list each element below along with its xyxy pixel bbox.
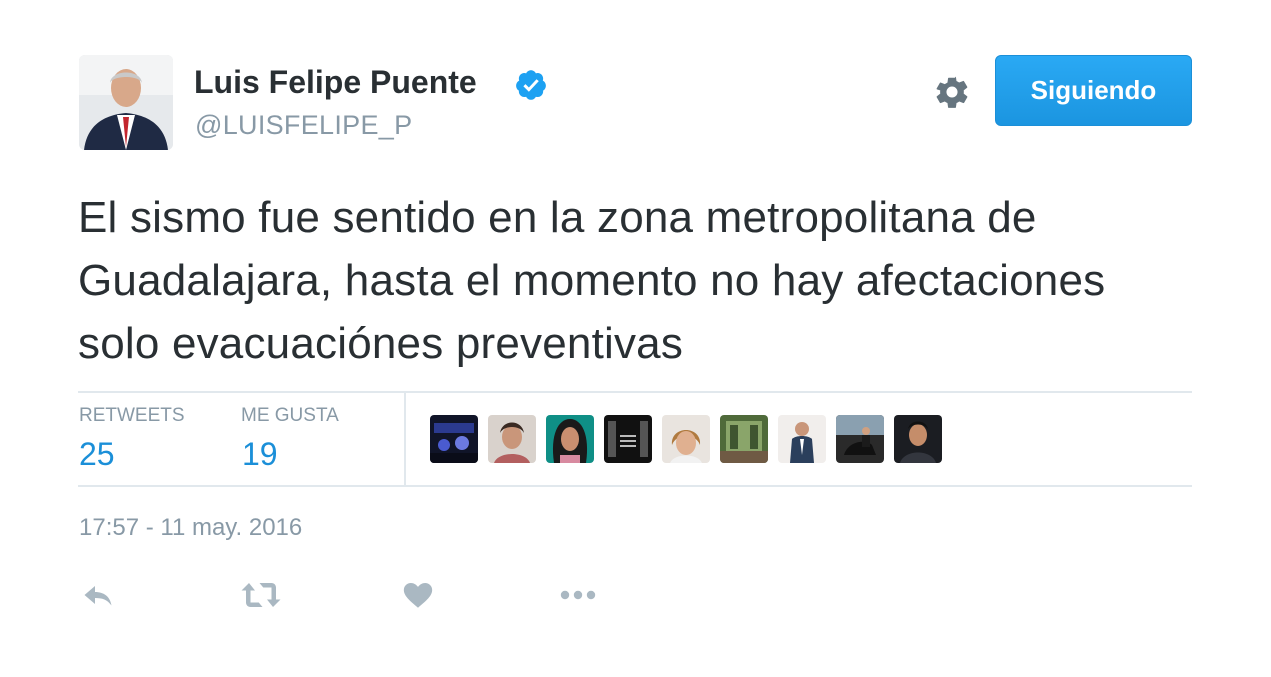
liker-avatar-6[interactable] [720, 415, 768, 463]
stats-bottom-divider [78, 485, 1192, 487]
following-button[interactable]: Siguiendo [995, 55, 1192, 126]
gear-icon[interactable] [933, 73, 971, 111]
verified-badge-icon [516, 70, 546, 100]
retweet-icon [241, 583, 281, 607]
stats-vertical-divider [404, 393, 406, 486]
author-name[interactable]: Luis Felipe Puente [194, 64, 477, 101]
liker-avatar-7[interactable] [778, 415, 826, 463]
retweets-count[interactable]: 25 [79, 436, 115, 473]
author-avatar[interactable] [79, 55, 173, 150]
likes-label[interactable]: ME GUSTA [241, 405, 339, 427]
retweet-button[interactable] [240, 577, 282, 613]
heart-icon [403, 582, 433, 608]
likes-count[interactable]: 19 [242, 436, 278, 473]
stats-top-divider [78, 391, 1192, 393]
liker-avatar-3[interactable] [546, 415, 594, 463]
liker-avatar-4[interactable] [604, 415, 652, 463]
liker-avatar-1[interactable] [430, 415, 478, 463]
liker-avatar-8[interactable] [836, 415, 884, 463]
retweets-label[interactable]: RETWEETS [79, 405, 185, 427]
liker-avatar-9[interactable] [894, 415, 942, 463]
liker-avatar-2[interactable] [488, 415, 536, 463]
more-icon [560, 590, 596, 600]
reply-icon [84, 586, 112, 606]
like-button[interactable] [401, 577, 435, 613]
tweet-text: El sismo fue sentido en la zona metropol… [78, 193, 1106, 368]
reply-button[interactable] [80, 577, 116, 613]
tweet-timestamp[interactable]: 17:57 - 11 may. 2016 [79, 514, 302, 542]
author-handle[interactable]: @LUISFELIPE_P [195, 110, 412, 141]
liker-avatar-5[interactable] [662, 415, 710, 463]
more-button[interactable] [558, 577, 598, 613]
